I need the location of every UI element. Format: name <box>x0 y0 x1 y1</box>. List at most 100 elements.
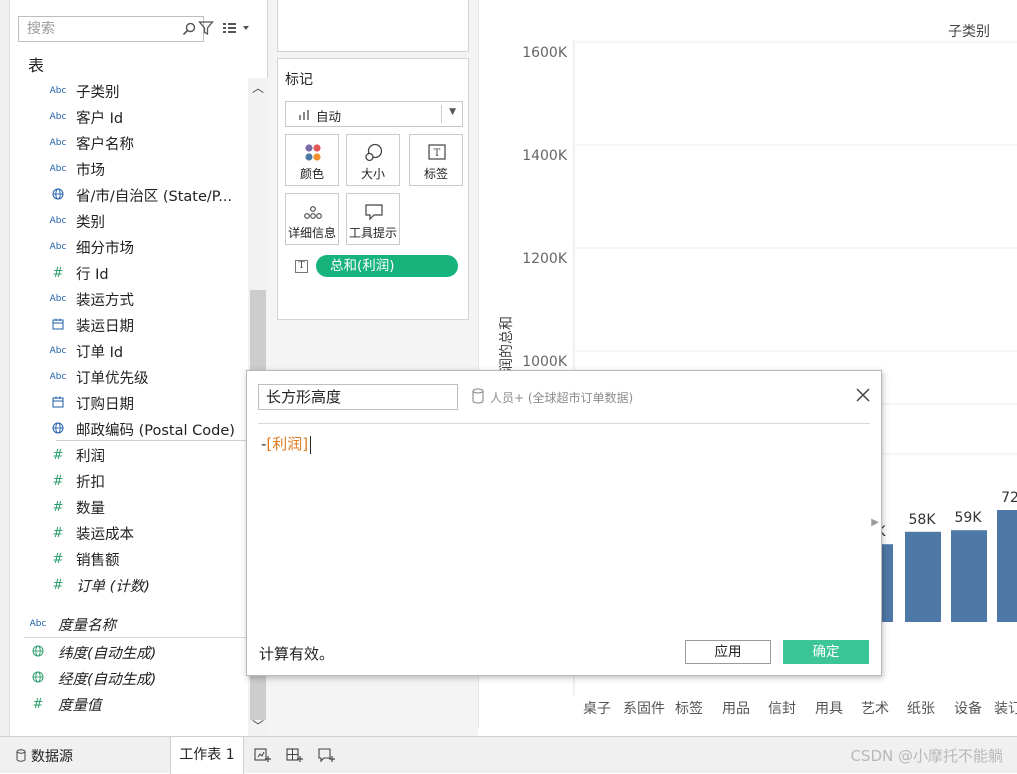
field-name: 订单优先级 <box>76 370 149 387</box>
field-item[interactable]: 经度(自动生成) <box>10 665 246 691</box>
search-input[interactable] <box>25 18 175 40</box>
measure-icon: # <box>32 696 44 712</box>
field-item[interactable]: # 行 Id <box>10 260 246 286</box>
y-tick-label: 1000K <box>522 354 568 370</box>
mark-type-label: 自动 <box>316 109 342 124</box>
tooltip-icon <box>365 204 383 221</box>
color-button-label: 颜色 <box>299 167 324 181</box>
divider <box>24 637 256 638</box>
field-item[interactable]: Abc 市场 <box>10 156 246 182</box>
close-icon[interactable] <box>855 387 871 403</box>
text-mark-icon[interactable]: T <box>295 260 308 273</box>
datasource-icon <box>16 749 26 762</box>
field-item[interactable]: Abc 度量名称 <box>10 611 246 637</box>
field-item[interactable]: Abc 子类别 <box>10 78 246 104</box>
field-item[interactable]: 装运日期 <box>10 312 246 338</box>
ok-button[interactable]: 确定 <box>783 640 869 664</box>
field-item[interactable]: Abc 订单优先级 <box>10 364 246 390</box>
datasource-tab-label: 数据源 <box>31 749 73 765</box>
label-button[interactable]: T 标签 <box>409 134 463 186</box>
divider <box>441 105 442 123</box>
search-icon[interactable] <box>181 21 197 37</box>
measure-icon: # <box>52 499 64 515</box>
measure-icon: # <box>52 265 64 281</box>
dimension-icon: Abc <box>29 619 47 629</box>
apply-button[interactable]: 应用 <box>685 640 771 664</box>
dimension-icon: Abc <box>49 86 67 96</box>
sheet-tab[interactable]: 工作表 1 <box>170 737 244 774</box>
datasource-icon <box>472 388 484 404</box>
search-box[interactable] <box>18 16 204 42</box>
color-button[interactable]: 颜色 <box>285 134 339 186</box>
size-button[interactable]: 大小 <box>346 134 400 186</box>
field-item[interactable]: 订购日期 <box>10 390 246 416</box>
new-story-icon[interactable] <box>318 747 336 763</box>
dimension-icon: Abc <box>49 294 67 304</box>
detail-button-label: 详细信息 <box>287 226 336 240</box>
globe-icon <box>26 645 50 660</box>
tooltip-button[interactable]: 工具提示 <box>346 193 400 245</box>
detail-button[interactable]: 详细信息 <box>285 193 339 245</box>
dimension-icon: Abc <box>49 242 67 252</box>
marks-card: 标记 自动 ▼ 颜色 大小 T 标签 详细信息 工具提示 T 总和(利润) <box>277 58 469 320</box>
scroll-down-icon[interactable]: ﹀ <box>248 716 268 736</box>
formula-editor[interactable]: -[利润] <box>261 433 312 454</box>
field-item[interactable]: # 装运成本 <box>10 520 246 546</box>
field-item[interactable]: 纬度(自动生成) <box>10 639 246 665</box>
y-tick-label: 1200K <box>522 251 568 267</box>
measure-icon: # <box>52 577 64 593</box>
text-caret <box>310 435 312 454</box>
field-name: 度量名称 <box>58 617 116 634</box>
calculation-dialog: 长方形高度 人员+ (全球超市订单数据) -[利润] ▶ 计算有效。 应用 确定 <box>246 370 882 676</box>
new-dashboard-icon[interactable] <box>286 747 304 763</box>
divider <box>258 423 870 424</box>
field-item[interactable]: 省/市/自治区 (State/P... <box>10 182 246 208</box>
calculation-name-field[interactable]: 长方形高度 <box>258 384 458 410</box>
field-item[interactable]: # 数量 <box>10 494 246 520</box>
dimension-icon: Abc <box>49 164 67 174</box>
globe-icon <box>46 422 70 437</box>
expand-arrow-icon[interactable]: ▶ <box>871 517 879 528</box>
sum-profit-pill[interactable]: 总和(利润) <box>316 255 458 277</box>
field-item[interactable]: Abc 客户名称 <box>10 130 246 156</box>
measure-icon: # <box>52 525 64 541</box>
field-item[interactable]: # 销售额 <box>10 546 246 572</box>
data-label: 72 <box>1001 490 1017 506</box>
field-item[interactable]: # 利润 <box>10 442 246 468</box>
svg-text:T: T <box>434 148 441 159</box>
field-item[interactable]: # 折扣 <box>10 468 246 494</box>
field-name: 折扣 <box>76 474 105 491</box>
field-name: 度量值 <box>58 697 102 714</box>
field-item[interactable]: # 订单 (计数) <box>10 572 246 598</box>
field-name: 客户名称 <box>76 136 134 153</box>
field-item[interactable]: # 度量值 <box>10 691 246 717</box>
field-name: 利润 <box>76 448 105 465</box>
field-item[interactable]: Abc 客户 Id <box>10 104 246 130</box>
field-name: 省/市/自治区 (State/P... <box>76 188 233 205</box>
filter-icon[interactable] <box>198 20 214 36</box>
field-item[interactable]: Abc 订单 Id <box>10 338 246 364</box>
x-category-label: 用品 <box>722 701 750 717</box>
data-pane: 表 Abc 子类别 Abc 客户 Id Abc 客户名称 Abc 市场省/市/自治区 (Sta… <box>10 0 268 740</box>
detail-icon <box>304 206 322 219</box>
field-name: 细分市场 <box>76 240 134 257</box>
field-item[interactable]: Abc 类别 <box>10 208 246 234</box>
globe-icon <box>26 671 50 686</box>
new-worksheet-icon[interactable] <box>254 747 272 763</box>
mark-type-dropdown[interactable]: 自动 ▼ <box>285 101 463 127</box>
x-category-label: 设备 <box>954 700 982 717</box>
marks-pill-row: T 总和(利润) <box>285 255 463 279</box>
scroll-up-icon[interactable]: ︿ <box>248 78 268 98</box>
view-options-icon[interactable] <box>222 20 252 36</box>
field-name: 类别 <box>76 214 105 231</box>
x-category-label: 标签 <box>675 700 703 717</box>
watermark: CSDN @小摩托不能躺 <box>850 747 1003 765</box>
bar <box>905 531 941 622</box>
datasource-tab[interactable]: 数据源 <box>16 746 73 766</box>
pages-card[interactable] <box>277 0 469 52</box>
field-item[interactable]: 邮政编码 (Postal Code) <box>10 416 246 442</box>
field-item[interactable]: Abc 细分市场 <box>10 234 246 260</box>
field-name: 邮政编码 (Postal Code) <box>76 422 235 439</box>
field-item[interactable]: Abc 装运方式 <box>10 286 246 312</box>
divider <box>56 440 254 441</box>
